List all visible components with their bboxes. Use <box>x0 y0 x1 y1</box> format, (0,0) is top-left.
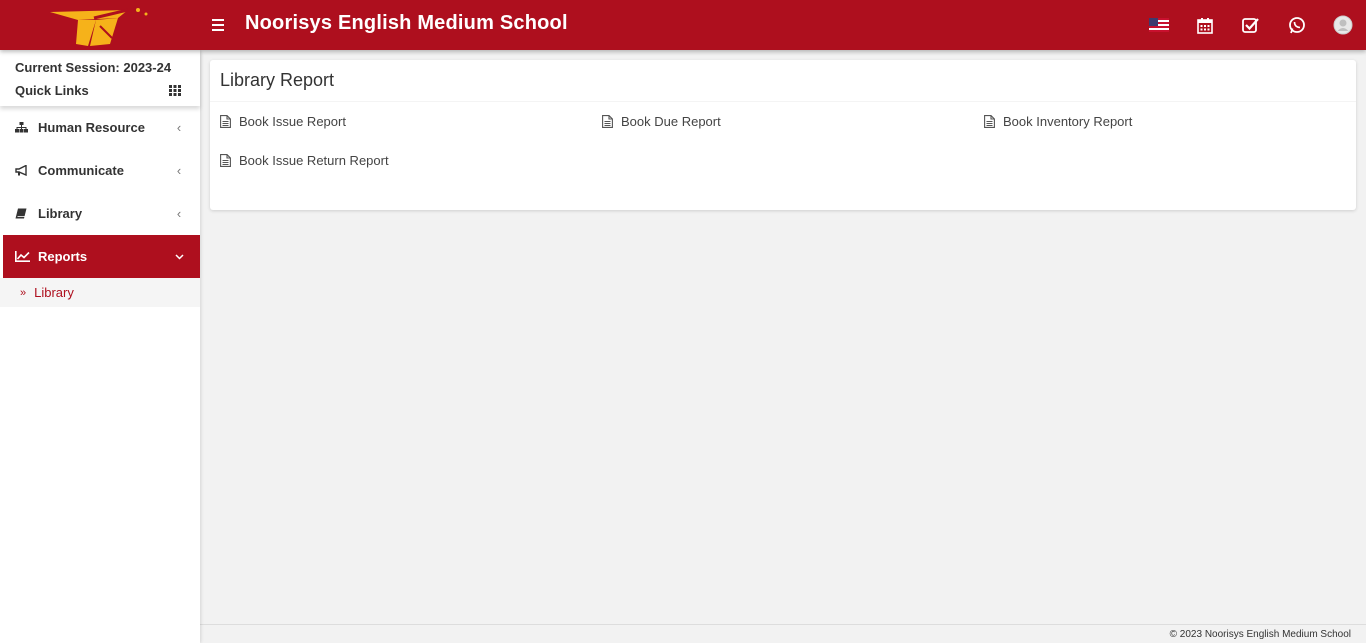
chevron-left-icon: ‹ <box>176 206 182 221</box>
tasks-button[interactable] <box>1228 0 1274 50</box>
user-profile-button[interactable] <box>1320 0 1366 50</box>
file-text-icon <box>984 115 995 128</box>
chevron-left-icon: ‹ <box>176 120 182 135</box>
bullhorn-icon <box>15 165 30 176</box>
report-link-label: Book Due Report <box>621 114 721 129</box>
sidebar-item-library[interactable]: Library ‹ <box>0 192 200 235</box>
angle-double-right-icon: » <box>20 286 27 299</box>
line-chart-icon <box>15 251 30 262</box>
chevron-down-icon <box>173 253 185 260</box>
file-text-icon <box>220 115 231 128</box>
calendar-icon <box>1197 17 1213 34</box>
page-title: Library Report <box>220 70 335 90</box>
file-text-icon <box>602 115 613 128</box>
sidebar-item-reports[interactable]: Reports <box>3 235 200 278</box>
current-session-label[interactable]: Current Session: 2023-24 <box>15 59 185 83</box>
quick-links-label: Quick Links <box>15 83 89 98</box>
book-due-report-link[interactable]: Book Due Report <box>602 114 721 129</box>
sitemap-icon <box>15 122 30 133</box>
user-avatar-icon <box>1333 15 1353 35</box>
sidebar-item-label: Human Resource <box>38 120 145 135</box>
flag-us-icon <box>1149 18 1169 32</box>
chevron-left-icon: ‹ <box>176 163 182 178</box>
sidebar: Current Session: 2023-24 Quick Links Hum… <box>0 50 200 643</box>
school-logo[interactable] <box>0 0 200 50</box>
language-flag-button[interactable] <box>1136 0 1182 50</box>
school-name: Noorisys English Medium School <box>245 12 568 34</box>
submenu-item-library[interactable]: » Library <box>0 278 200 307</box>
check-square-icon <box>1242 18 1259 33</box>
report-link-label: Book Inventory Report <box>1003 114 1133 129</box>
book-icon <box>15 208 30 219</box>
book-inventory-report-link[interactable]: Book Inventory Report <box>984 114 1132 129</box>
menu-toggle-button[interactable] <box>212 15 230 35</box>
grid-icon[interactable] <box>169 85 181 96</box>
file-text-icon <box>220 154 231 167</box>
submenu-item-label: Library <box>34 285 74 300</box>
book-issue-return-report-link[interactable]: Book Issue Return Report <box>220 153 389 168</box>
calendar-button[interactable] <box>1182 0 1228 50</box>
sidebar-item-label: Reports <box>38 249 88 264</box>
whatsapp-icon <box>1289 17 1305 34</box>
sidebar-item-communicate[interactable]: Communicate ‹ <box>0 149 200 192</box>
book-issue-report-link[interactable]: Book Issue Report <box>220 114 346 129</box>
whatsapp-button[interactable] <box>1274 0 1320 50</box>
sidebar-item-label: Library <box>38 206 83 221</box>
copyright-text: © 2023 Noorisys English Medium School <box>1169 629 1351 640</box>
report-link-label: Book Issue Report <box>239 114 346 129</box>
footer: © 2023 Noorisys English Medium School <box>200 624 1366 643</box>
sidebar-item-human-resource[interactable]: Human Resource ‹ <box>0 106 200 149</box>
library-report-card: Library Report Book Issue Report Book Du… <box>210 60 1356 210</box>
top-header: Noorisys English Medium School <box>0 0 1366 50</box>
session-panel: Current Session: 2023-24 Quick Links <box>0 50 200 106</box>
sidebar-item-label: Communicate <box>38 163 124 178</box>
report-link-label: Book Issue Return Report <box>239 153 389 168</box>
